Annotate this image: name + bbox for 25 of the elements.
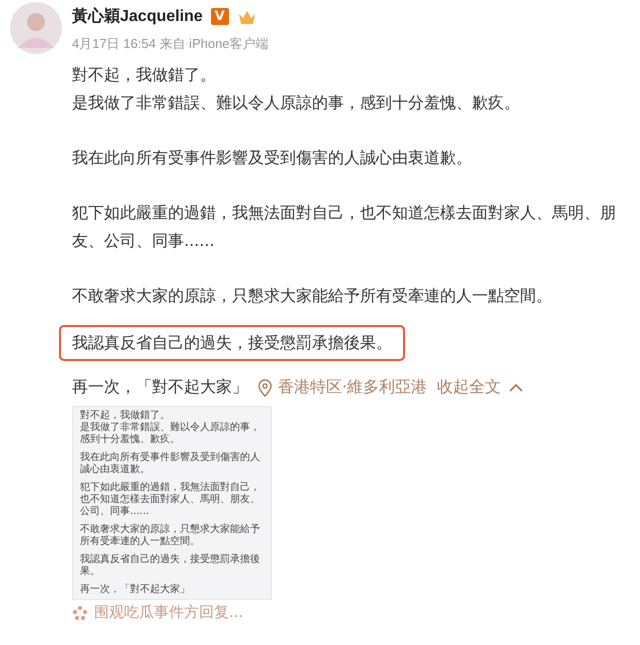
screenshot-text: 我認真反省自己的過失，接受懲罰承擔後果。 [80, 554, 261, 578]
location-link[interactable]: 香港特区·維多利亞港 [258, 377, 428, 398]
paragraph: 是我做了非常錯誤、難以令人原諒的事，感到十分羞愧、歉疚。 [72, 92, 521, 114]
avatar [10, 2, 62, 54]
chevron-up-icon [509, 383, 524, 392]
attached-screenshot[interactable]: 對不起，我做錯了。 是我做了非常錯誤、難以令人原諒的事，感到十分羞愧、歉疚。 我在此向所有受事件影響及受到傷害的人誠心由衷道歉。 犯下如此嚴重的過錯，我無法面對自己，也不知道怎樣去面對家人、馬明、朋友、公司、同事...... 不敢奢求大家的原諒，只懇求大家能給予所有受牽連的人一點空間。 我認真反省自己的過失，接受懲罰承擔後果。 再一次，「對不起大家」 [72, 406, 272, 600]
screenshot-text: 不敢奢求大家的原諒，只懇求大家能給予所有受牽連的人一點空間。 [80, 524, 261, 548]
location-pin-icon [258, 378, 272, 396]
sparkle-icon [72, 604, 88, 620]
paragraph: 犯下如此嚴重的過錯，我無法面對自己，也不知道怎樣去面對家人、馬明、朋友、公司、同事...... [72, 202, 617, 252]
screenshot-text: 是我做了非常錯誤、難以令人原諒的事，感到十分羞愧、歉疚。 [80, 422, 261, 446]
verified-badge: V [210, 8, 229, 25]
post-meta: 4月17日 16:54 来自 iPhone客户端 [72, 35, 270, 53]
screenshot-text: 再一次，「對不起大家」 [80, 584, 191, 596]
paragraph: 不敢奢求大家的原諒，只懇求大家能給予所有受牽連的人一點空間。 [72, 285, 553, 307]
paragraph: 對不起，我做錯了。 [72, 64, 217, 86]
highlighted-text: 我認真反省自己的過失，接受懲罰承擔後果。 [72, 332, 392, 354]
paragraph: 我在此向所有受事件影響及受到傷害的人誠心由衷道歉。 [72, 147, 473, 169]
screenshot-text: 我在此向所有受事件影響及受到傷害的人誠心由衷道歉。 [80, 452, 261, 476]
author-name[interactable]: 黃心穎Jacqueline [72, 6, 203, 27]
screenshot-text: 犯下如此嚴重的過錯，我無法面對自己，也不知道怎樣去面對家人、馬明、朋友、公司、同事...... [80, 482, 261, 518]
screenshot-text: 對不起，我做錯了。 [80, 410, 171, 422]
comment-preview[interactable]: 围观吃瓜事件方回复... [94, 603, 244, 622]
collapse-link[interactable]: 收起全文 [437, 377, 524, 398]
paragraph: 再一次，「對不起大家」 [72, 377, 248, 398]
